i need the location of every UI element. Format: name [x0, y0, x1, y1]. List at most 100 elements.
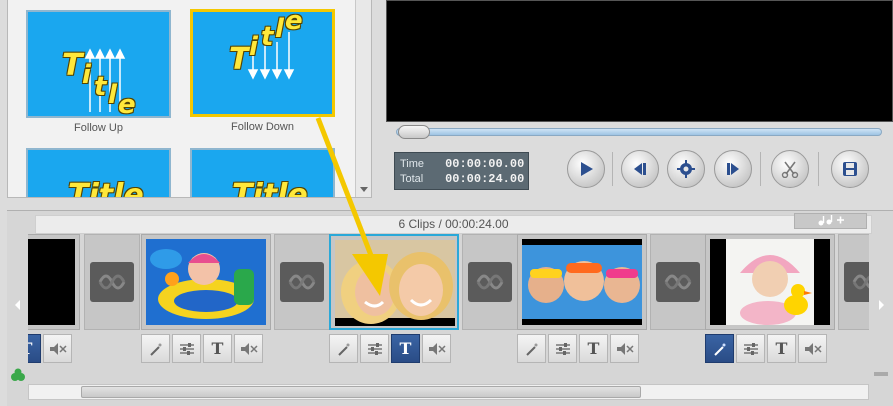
sliders-icon [555, 342, 570, 355]
mute-icon [616, 342, 634, 355]
transition-icon [90, 262, 134, 302]
clip-item[interactable]: T [28, 234, 80, 368]
effects-tool-button[interactable] [141, 334, 170, 363]
timeline-scroll-right-button[interactable] [871, 245, 891, 365]
transition-slot[interactable] [462, 234, 518, 330]
next-frame-button[interactable] [714, 150, 752, 188]
effect-thumbnail: Title [190, 148, 335, 197]
cut-button[interactable] [771, 150, 809, 188]
clip-tools: T [705, 334, 827, 364]
total-value: 00:00:24.00 [445, 172, 525, 186]
magic-wand-icon [525, 343, 537, 356]
mute-icon [49, 342, 67, 355]
scroll-down-icon[interactable] [360, 187, 368, 192]
mute-button[interactable] [798, 334, 827, 363]
seek-handle[interactable] [398, 125, 430, 139]
clip-thumbnail [710, 239, 830, 325]
effect-follow-up[interactable]: T i t l e Follow Up [26, 10, 171, 134]
clip-frame [329, 234, 459, 330]
add-music-icon [818, 215, 844, 226]
transition-icon [656, 262, 700, 302]
clip-frame [517, 234, 647, 330]
play-button[interactable] [567, 150, 605, 188]
effect-thumbnail: Title [26, 148, 171, 198]
total-row: Total 00:00:24.00 [400, 172, 524, 186]
mute-button[interactable] [234, 334, 263, 363]
title-effects-panel: T i t l e Follow Up T i t l e Follow Dow [7, 0, 372, 198]
settings-button[interactable] [667, 150, 705, 188]
effect-item-3[interactable]: Title [26, 148, 171, 198]
previous-frame-button[interactable] [621, 150, 659, 188]
mute-button[interactable] [422, 334, 451, 363]
time-value: 00:00:00.00 [445, 157, 525, 171]
transition-slot[interactable] [274, 234, 330, 330]
clip-item[interactable]: T [517, 234, 647, 368]
effects-tool-button[interactable] [517, 334, 546, 363]
adjust-tool-button[interactable] [548, 334, 577, 363]
collapse-button[interactable] [874, 372, 888, 376]
magic-wand-icon [149, 343, 161, 356]
divider [818, 152, 819, 186]
clip-item[interactable]: T [141, 234, 271, 368]
transition-slot[interactable] [84, 234, 140, 330]
friends-photo [335, 240, 455, 326]
mute-button[interactable] [43, 334, 72, 363]
text-tool-button[interactable]: T [579, 334, 608, 363]
title-glyph: l [108, 80, 117, 110]
title-glyph: T [62, 48, 83, 83]
title-glyph: t [261, 22, 274, 52]
effects-scrollbar[interactable] [355, 0, 371, 197]
text-tool-button[interactable]: T [391, 334, 420, 363]
seek-bar[interactable] [396, 128, 882, 136]
clip-frame [141, 234, 271, 330]
effect-label: Follow Down [231, 121, 294, 133]
gear-icon [677, 160, 695, 178]
clip-thumbnail [28, 239, 75, 325]
transition-slot[interactable] [650, 234, 706, 330]
clip-tools: T [517, 334, 639, 364]
timeline-scrollbar[interactable] [28, 384, 869, 400]
effect-title-text: Title [68, 178, 144, 198]
title-glyph: e [285, 9, 303, 36]
save-button[interactable] [831, 150, 869, 188]
clip-item[interactable]: T [329, 234, 459, 368]
transition-slot[interactable] [838, 234, 869, 330]
next-frame-icon [727, 163, 739, 175]
time-row: Time 00:00:00.00 [400, 157, 524, 171]
title-glyph: l [275, 14, 284, 44]
effect-follow-down[interactable]: T i t l e Follow Down [190, 9, 335, 133]
title-glyph: i [82, 60, 91, 90]
clip-tools: T [28, 334, 72, 364]
sliders-icon [743, 342, 758, 355]
add-music-button[interactable] [794, 213, 867, 229]
clip-frame [705, 234, 835, 330]
pool-photo [146, 239, 266, 325]
clip-tools: T [329, 334, 451, 364]
text-tool-button[interactable]: T [28, 334, 41, 363]
effect-thumbnail: T i t l e [190, 9, 335, 117]
effects-tool-button[interactable] [329, 334, 358, 363]
text-tool-button[interactable]: T [767, 334, 796, 363]
effect-item-4[interactable]: Title [190, 148, 335, 197]
adjust-tool-button[interactable] [172, 334, 201, 363]
transition-icon [844, 262, 869, 302]
effect-thumbnail: T i t l e [26, 10, 171, 118]
clip-thumbnail [146, 239, 266, 325]
timeline-scroll-left-button[interactable] [7, 245, 27, 365]
title-glyph: T [229, 42, 250, 77]
scissors-icon [781, 161, 799, 178]
group-icon[interactable] [10, 368, 26, 387]
text-tool-button[interactable]: T [203, 334, 232, 363]
effects-tool-button[interactable] [705, 334, 734, 363]
effect-label: Follow Up [74, 122, 123, 134]
adjust-tool-button[interactable] [360, 334, 389, 363]
clip-strip: T T T T [28, 232, 869, 370]
total-label: Total [400, 173, 424, 185]
clip-item[interactable]: T [705, 234, 835, 368]
mute-icon [240, 342, 258, 355]
clip-thumbnail [335, 240, 455, 326]
clip-thumbnail [522, 239, 642, 325]
timeline-scroll-thumb[interactable] [81, 386, 641, 398]
adjust-tool-button[interactable] [736, 334, 765, 363]
mute-button[interactable] [610, 334, 639, 363]
